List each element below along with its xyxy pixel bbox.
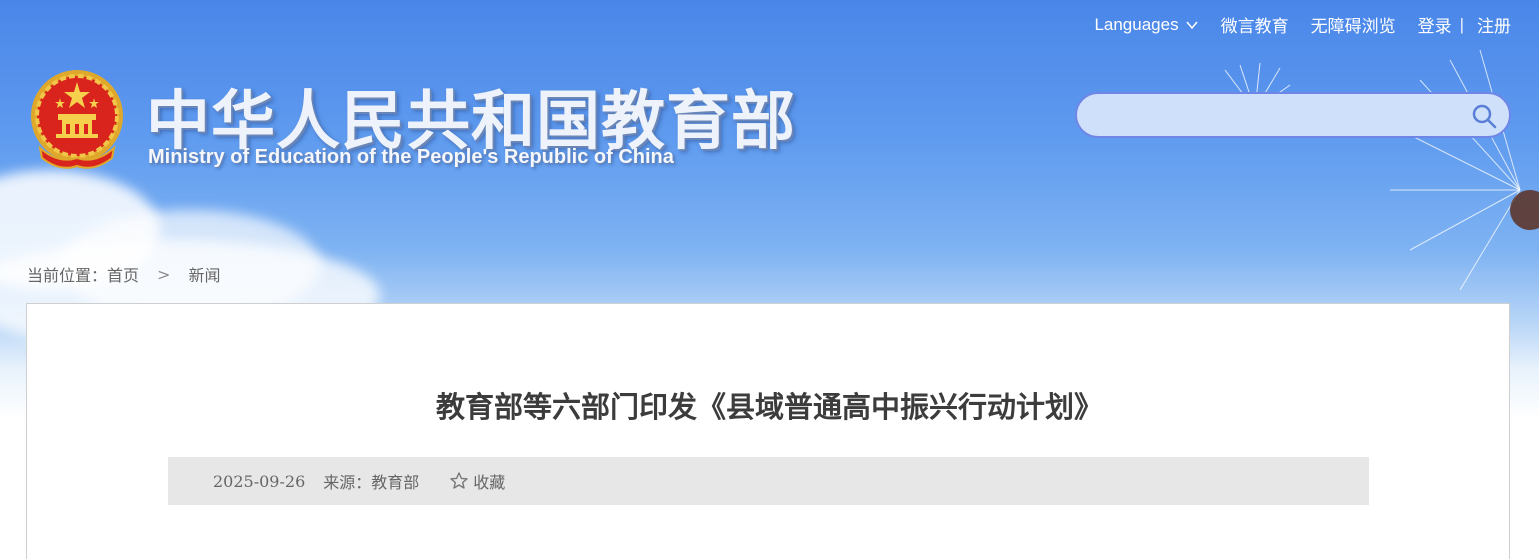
accessibility-link[interactable]: 无障碍浏览 xyxy=(1300,12,1407,37)
site-title-english[interactable]: Ministry of Education of the People's Re… xyxy=(148,146,674,169)
weiyan-education-link[interactable]: 微言教育 xyxy=(1210,12,1300,37)
article-card xyxy=(26,303,1510,559)
breadcrumb: 当前位置： 首页 > 新闻 xyxy=(27,262,220,286)
top-navigation: Languages 微言教育 无障碍浏览 登录 | 注册 xyxy=(1083,12,1511,37)
article-date: 2025-09-26 xyxy=(213,471,306,491)
nav-separator: | xyxy=(1459,14,1464,34)
languages-dropdown[interactable]: Languages xyxy=(1083,15,1209,35)
dandelion-decoration xyxy=(1390,49,1539,291)
breadcrumb-arrow: > xyxy=(157,264,171,284)
search-box xyxy=(1075,92,1511,138)
favorite-label: 收藏 xyxy=(473,473,506,492)
favorite-button[interactable]: 收藏 xyxy=(449,469,505,493)
breadcrumb-home-link[interactable]: 首页 xyxy=(107,262,139,286)
breadcrumb-news-link[interactable]: 新闻 xyxy=(188,262,220,286)
login-link[interactable]: 登录 xyxy=(1407,12,1458,37)
register-link[interactable]: 注册 xyxy=(1466,12,1511,37)
chevron-down-icon xyxy=(1186,21,1198,29)
national-emblem-icon[interactable] xyxy=(28,68,126,172)
languages-label: Languages xyxy=(1094,14,1179,34)
breadcrumb-prefix: 当前位置： xyxy=(27,266,108,285)
article-meta-bar: 2025-09-26 来源：教育部 收藏 xyxy=(168,457,1369,505)
search-icon[interactable] xyxy=(1471,103,1497,129)
article-source: 来源：教育部 xyxy=(323,473,420,492)
article-title: 教育部等六部门印发《县域普通高中振兴行动计划》 xyxy=(435,390,1103,424)
search-input[interactable] xyxy=(1077,94,1509,136)
star-icon xyxy=(450,472,468,489)
